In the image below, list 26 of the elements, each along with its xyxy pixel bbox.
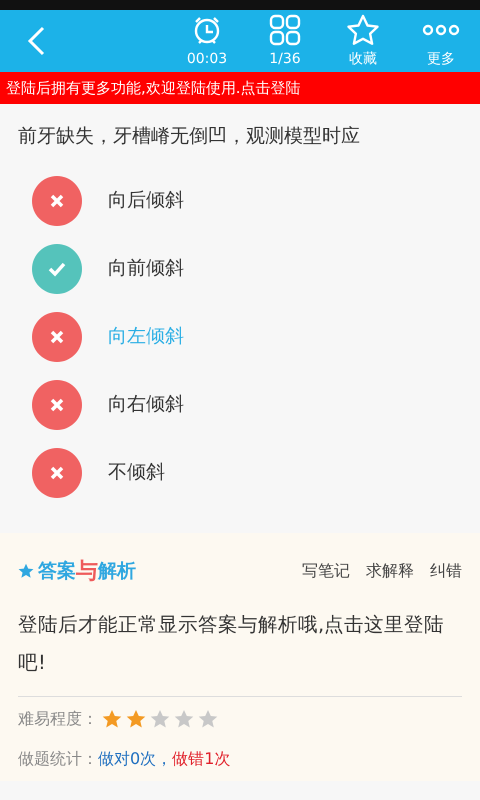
separator: ， bbox=[156, 748, 172, 770]
answer-option[interactable]: 不倾斜 bbox=[0, 438, 480, 506]
filled-star-icon bbox=[126, 708, 146, 728]
empty-star-icon bbox=[174, 708, 194, 728]
stats-label: 做题统计： bbox=[18, 748, 98, 770]
action-link[interactable]: 写笔记 bbox=[302, 559, 350, 583]
login-message[interactable]: 登陆后才能正常显示答案与解析哦,点击这里登陆吧! bbox=[18, 606, 462, 682]
section-title: 答案与解析 bbox=[18, 554, 136, 588]
answer-option[interactable]: 向后倾斜 bbox=[0, 166, 480, 234]
more-icon bbox=[422, 24, 460, 36]
grid-icon bbox=[269, 14, 301, 46]
answer-option[interactable]: 向前倾斜 bbox=[0, 234, 480, 302]
empty-star-icon bbox=[150, 708, 170, 728]
back-icon bbox=[26, 25, 46, 57]
action-link[interactable]: 求解释 bbox=[366, 559, 414, 583]
question-text: 前牙缺失，牙槽嵴无倒凹，观测模型时应 bbox=[17, 124, 361, 149]
empty-star-icon bbox=[198, 708, 218, 728]
difficulty-label: 难易程度： bbox=[18, 708, 98, 730]
stats-value: 做对0次 bbox=[98, 748, 156, 770]
filled-star-icon bbox=[102, 708, 122, 728]
star-icon bbox=[346, 14, 380, 46]
action-link[interactable]: 纠错 bbox=[430, 559, 462, 583]
login-banner[interactable]: 登陆后拥有更多功能,欢迎登陆使用.点击登陆 bbox=[0, 72, 480, 104]
star-icon bbox=[18, 563, 34, 579]
answer-option[interactable]: 向右倾斜 bbox=[0, 370, 480, 438]
stats-value: 做错1次 bbox=[172, 748, 230, 770]
